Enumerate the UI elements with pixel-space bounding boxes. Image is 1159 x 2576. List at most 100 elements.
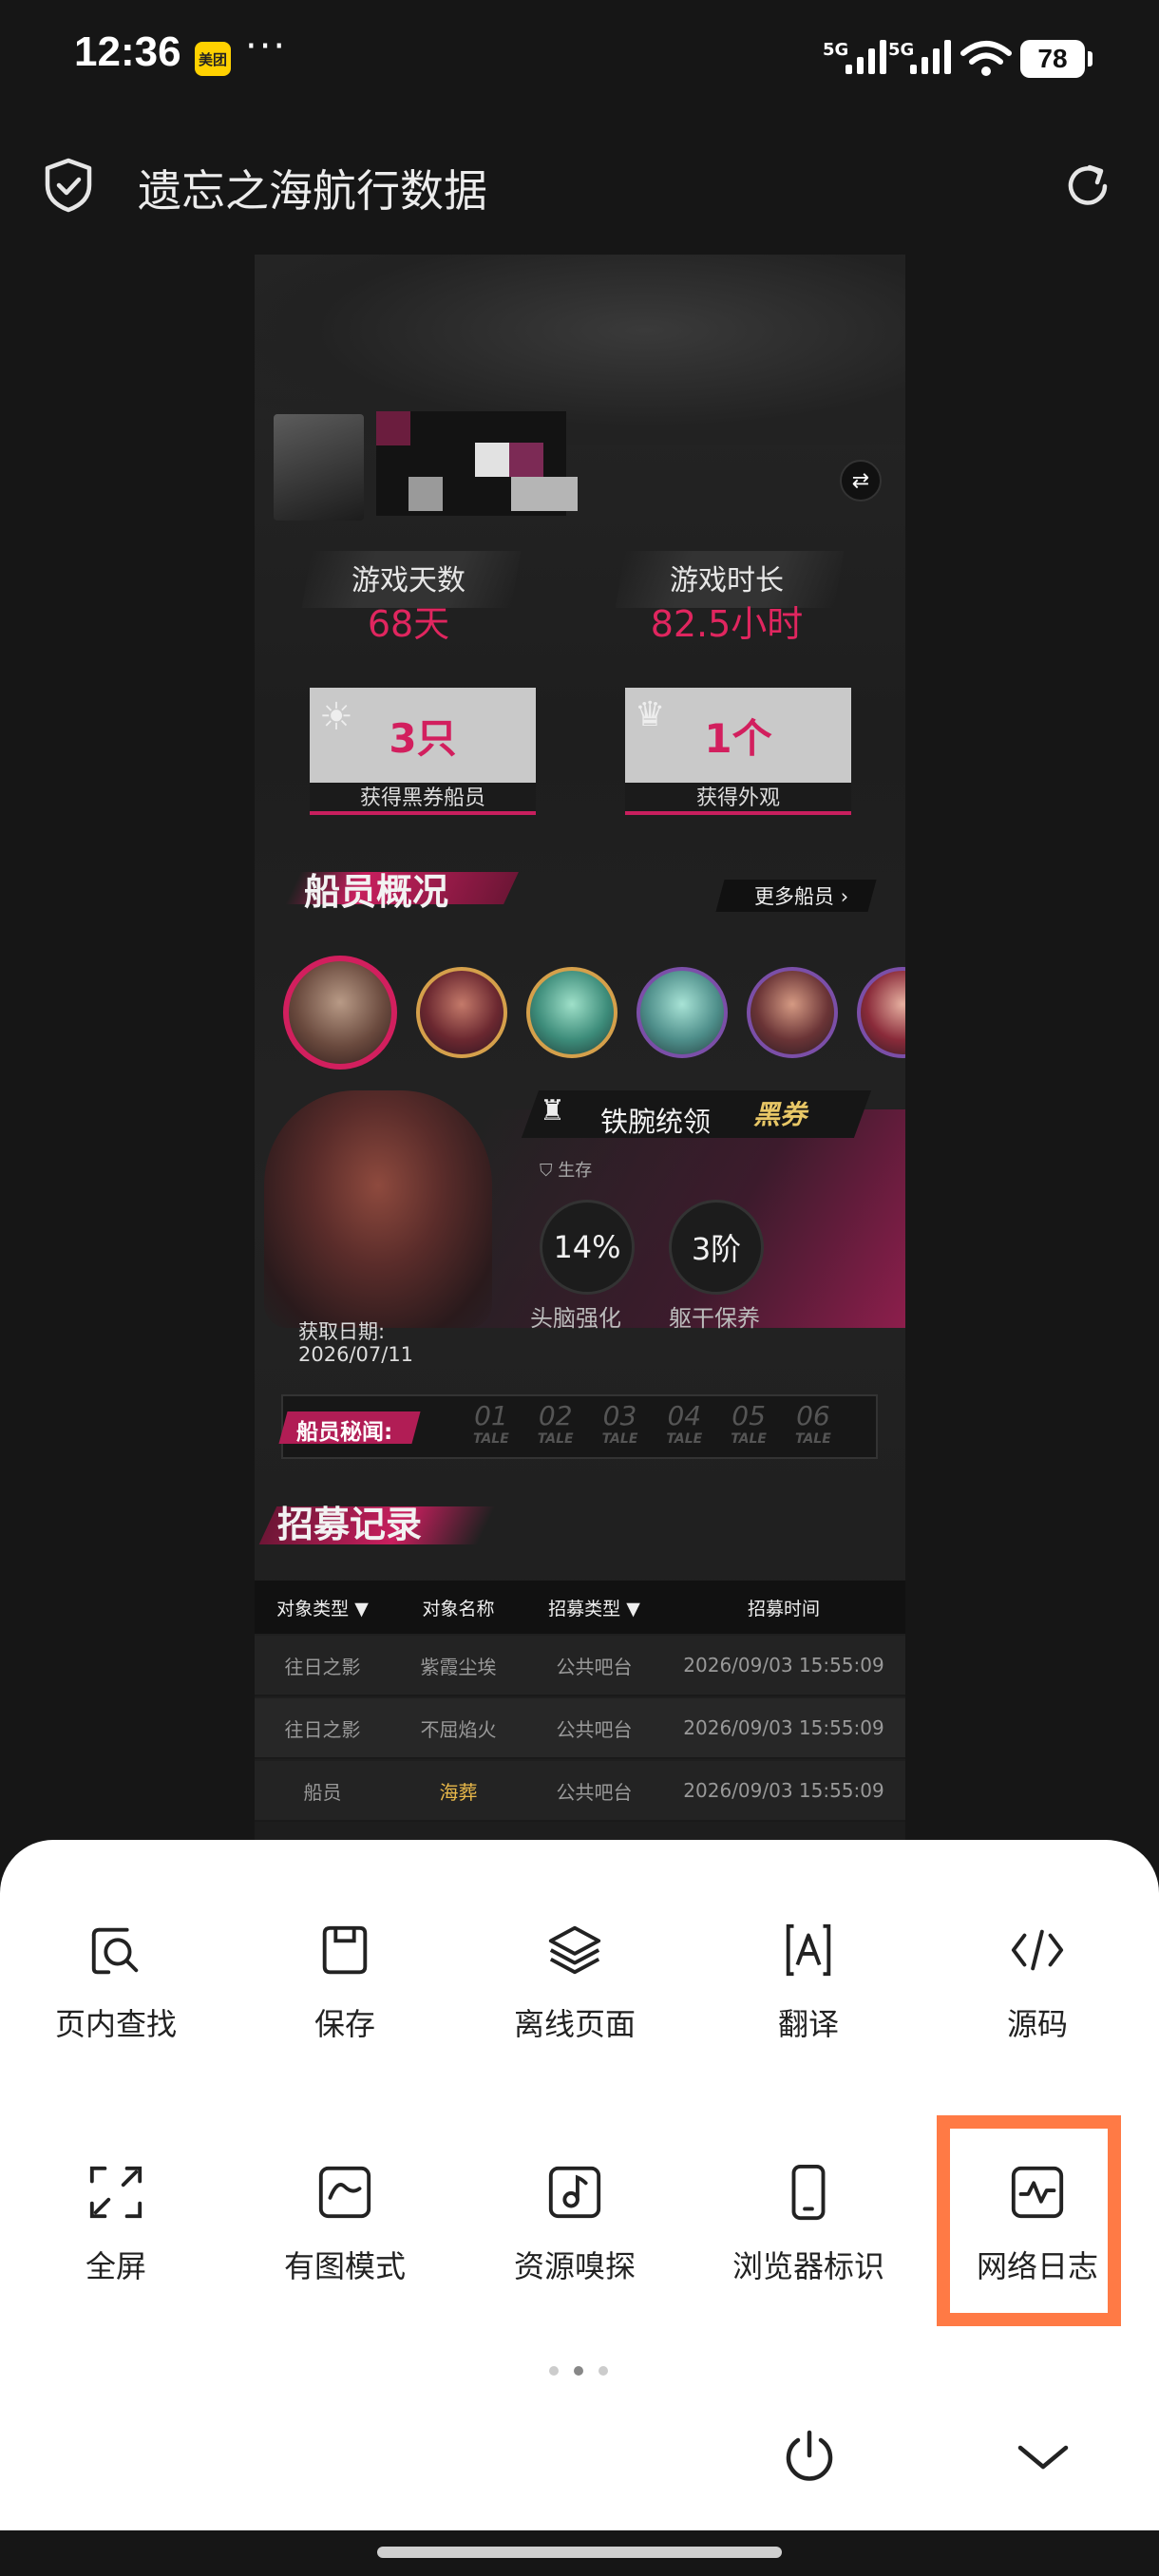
menu-label: 有图模式 — [283, 2248, 406, 2284]
signal2-bars-icon — [910, 38, 951, 74]
chevron-right-icon: › — [840, 885, 849, 908]
browser-menu-sheet: 页内查找 保存 离线页面 翻译 源码 全屏 有图模式 资源嗅探 浏览器标识 网络… — [0, 1840, 1159, 2530]
cell: 紫霞尘埃 — [420, 1655, 497, 1678]
crew-avatar[interactable] — [416, 967, 507, 1058]
filter-icon: ▼ — [354, 1598, 369, 1619]
cell: 海葬 — [439, 1780, 478, 1804]
mosaic-block — [475, 443, 509, 477]
tale-item[interactable]: 06 TALE — [795, 1400, 831, 1447]
image-mode-button[interactable]: 有图模式 — [259, 2163, 430, 2286]
crew-avatar-selected[interactable] — [283, 956, 397, 1070]
menu-label: 浏览器标识 — [732, 2248, 884, 2284]
menu-label: 页内查找 — [54, 2006, 177, 2042]
switch-account-icon[interactable]: ⇄ — [840, 460, 882, 502]
mosaic-block — [408, 477, 443, 511]
layers-icon — [548, 1925, 601, 1975]
shield-small-icon: ⛉ — [540, 1161, 553, 1181]
camp-tag: ⛉ 生存 — [540, 1157, 592, 1182]
crew-avatar[interactable] — [526, 967, 618, 1058]
card-crew-label: 获得黑券船员 — [310, 783, 536, 815]
menu-label: 保存 — [314, 2006, 375, 2042]
tale-item[interactable]: 03 TALE — [602, 1400, 638, 1447]
refresh-icon[interactable] — [1061, 160, 1114, 213]
shield-check-icon[interactable] — [42, 157, 95, 214]
offline-pages-button[interactable]: 离线页面 — [489, 1921, 660, 2044]
table-row: 往日之影 不屈焰火 公共吧台 2026/09/03 15:55:09 — [255, 1698, 905, 1759]
tale-num: 05 — [732, 1400, 766, 1431]
more-crew-link[interactable]: 更多船员 › — [754, 881, 848, 910]
cell: 公共吧台 — [556, 1780, 633, 1804]
collapse-chevron-down-icon[interactable] — [1015, 2438, 1072, 2476]
tale-tag: TALE — [473, 1431, 509, 1447]
network-log-button[interactable]: 网络日志 — [952, 2163, 1123, 2286]
tale-item[interactable]: 01 TALE — [473, 1400, 509, 1447]
featured-character-art — [264, 1090, 492, 1328]
crew-avatar[interactable] — [636, 967, 728, 1058]
cell: 往日之影 — [284, 1717, 361, 1741]
table-row: 船员 海葬 公共吧台 2026/09/03 15:55:09 — [255, 1761, 905, 1822]
col-recruit-type[interactable]: 招募类型 ▼ — [526, 1595, 662, 1620]
cell: 2026/09/03 15:55:09 — [683, 1654, 884, 1676]
tale-tag: TALE — [601, 1431, 638, 1447]
exit-power-icon[interactable] — [781, 2427, 838, 2484]
home-indicator[interactable] — [377, 2547, 782, 2558]
menu-label: 翻译 — [777, 2006, 839, 2042]
page-indicator — [549, 2366, 608, 2376]
phone-icon — [791, 2164, 826, 2221]
image-mode-icon — [318, 2166, 371, 2219]
cell: 不屈焰火 — [420, 1717, 497, 1741]
fullscreen-icon — [89, 2166, 142, 2219]
tale-tag: TALE — [794, 1431, 831, 1447]
resource-sniffer-button[interactable]: 资源嗅探 — [489, 2163, 660, 2286]
mosaic-block — [509, 443, 543, 477]
user-agent-button[interactable]: 浏览器标识 — [723, 2163, 894, 2286]
card-crew-value: 3只 — [389, 714, 457, 762]
col-header-label: 对象类型 — [276, 1598, 350, 1619]
featured-name: 铁腕统领 — [600, 1106, 712, 1138]
web-content[interactable]: ⇄ 游戏天数 68天 游戏时长 82.5小时 ☀ 3只 获得黑券船员 ♛ 1个 获得… — [255, 255, 905, 1843]
col-object-name: 对象名称 — [422, 1598, 495, 1619]
table-row: 往日之影 紫霞尘埃 公共吧台 2026/09/03 15:55:09 — [255, 1636, 905, 1696]
translate-icon — [786, 1923, 831, 1977]
mosaic-block — [376, 411, 410, 445]
tale-num: 04 — [667, 1400, 702, 1431]
camp-label: 生存 — [558, 1161, 593, 1181]
translate-button[interactable]: 翻译 — [723, 1921, 894, 2044]
card-skin-value: 1个 — [704, 714, 772, 762]
col-recruit-time: 招募时间 — [747, 1598, 820, 1619]
sun-icon: ☀ — [319, 695, 353, 739]
featured-badge: 黑券 — [753, 1099, 808, 1130]
view-source-button[interactable]: 源码 — [952, 1921, 1123, 2044]
acquire-date: 2026/07/11 — [298, 1343, 414, 1366]
card-skin-label: 获得外观 — [625, 783, 851, 815]
tale-item[interactable]: 02 TALE — [538, 1400, 574, 1447]
find-in-page-button[interactable]: 页内查找 — [30, 1921, 201, 2044]
tale-tag: TALE — [537, 1431, 574, 1447]
tale-tag: TALE — [731, 1431, 767, 1447]
cell: 往日之影 — [284, 1655, 361, 1678]
tale-item[interactable]: 04 TALE — [666, 1400, 702, 1447]
col-header-label: 招募类型 — [548, 1598, 621, 1619]
col-object-type[interactable]: 对象类型 ▼ — [255, 1595, 390, 1620]
more-crew-label: 更多船员 — [754, 885, 834, 908]
skill2-value: 3阶 — [669, 1200, 764, 1295]
skill1-value: 14% — [540, 1200, 635, 1295]
secrets-label: 船员秘闻: — [296, 1420, 393, 1445]
stat-days-label: 游戏天数 — [352, 564, 466, 597]
crew-avatar[interactable] — [857, 967, 905, 1058]
tale-item[interactable]: 05 TALE — [731, 1400, 767, 1447]
page-title: 遗忘之海航行数据 — [138, 165, 487, 217]
activity-icon — [1011, 2166, 1064, 2219]
cell: 2026/09/03 15:55:09 — [683, 1716, 884, 1739]
stat-days-value: 68天 — [367, 603, 450, 645]
menu-label: 源码 — [1006, 2006, 1068, 2042]
card-crew: ☀ 3只 获得黑券船员 — [310, 688, 536, 815]
card-skin: ♛ 1个 获得外观 — [625, 688, 851, 815]
fullscreen-button[interactable]: 全屏 — [30, 2163, 201, 2286]
save-button[interactable]: 保存 — [259, 1921, 430, 2044]
meituan-app-icon: 美团 — [195, 42, 231, 76]
cell: 船员 — [303, 1780, 342, 1804]
stat-hours-value: 82.5小时 — [650, 603, 804, 645]
crew-avatar[interactable] — [747, 967, 838, 1058]
battery-indicator: 78 — [1020, 40, 1092, 78]
